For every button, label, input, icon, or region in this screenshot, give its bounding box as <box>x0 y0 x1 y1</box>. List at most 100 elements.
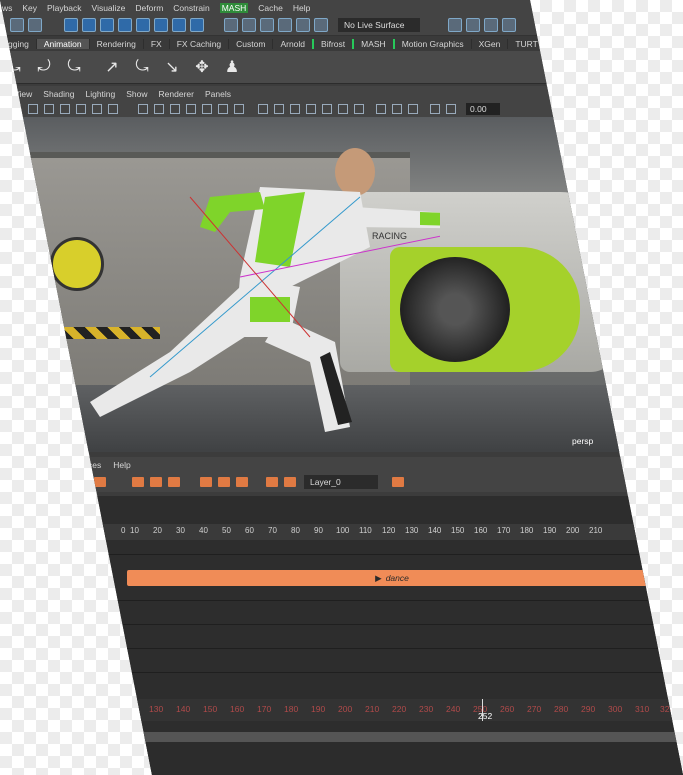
lasso-tool-icon[interactable] <box>82 18 96 32</box>
menu-cache[interactable]: Cache <box>258 3 283 13</box>
clip-dance[interactable]: ▶ dance <box>127 570 657 586</box>
resolution-gate-icon[interactable] <box>170 104 180 114</box>
snap-surface-icon[interactable] <box>296 18 310 32</box>
shadows-icon[interactable] <box>338 104 348 114</box>
tab-arnold[interactable]: Arnold <box>272 38 312 49</box>
tab-fx[interactable]: FX <box>142 38 169 49</box>
grid-icon[interactable] <box>138 104 148 114</box>
snap-curve-icon[interactable] <box>242 18 256 32</box>
panel-menu-renderer[interactable]: Renderer <box>159 89 194 99</box>
rotate-tool-icon[interactable] <box>136 18 150 32</box>
joint-tool-icon[interactable]: ⤿ <box>66 58 82 76</box>
clip-icon[interactable] <box>94 477 106 487</box>
snap-icon[interactable] <box>10 18 24 32</box>
ruler-tick: 150 <box>451 526 465 535</box>
safe-action-icon[interactable] <box>218 104 228 114</box>
curve-tool-icon[interactable]: ⤿ <box>134 58 150 76</box>
menu-constrain[interactable]: Constrain <box>173 3 209 13</box>
layer-icon[interactable] <box>284 477 296 487</box>
tab-fx-caching[interactable]: FX Caching <box>168 38 228 49</box>
snap-grid-icon[interactable] <box>224 18 238 32</box>
xray-icon[interactable] <box>392 104 402 114</box>
ik-spline-icon[interactable]: ⤾ <box>36 58 52 76</box>
tab-rendering[interactable]: Rendering <box>88 38 143 49</box>
grease-pencil-icon[interactable] <box>108 104 118 114</box>
wireframe-on-shaded-icon[interactable] <box>290 104 300 114</box>
time-tick: 310 <box>635 704 650 714</box>
magnet-icon[interactable] <box>28 18 42 32</box>
snap-point-icon[interactable] <box>260 18 274 32</box>
tab-xgen[interactable]: XGen <box>470 38 508 49</box>
split-clip-icon[interactable] <box>132 477 144 487</box>
smooth-shade-icon[interactable] <box>274 104 284 114</box>
panel-menu-show[interactable]: Show <box>126 89 147 99</box>
motion-path-icon[interactable]: ↘ <box>164 57 180 77</box>
panel-menu-panels[interactable]: Panels <box>205 89 231 99</box>
safe-title-icon[interactable] <box>234 104 244 114</box>
snap-clip-icon[interactable] <box>168 477 180 487</box>
anim-menu-help[interactable]: Help <box>113 460 130 470</box>
add-track-icon[interactable] <box>392 477 404 487</box>
tab-custom[interactable]: Custom <box>228 38 272 49</box>
time-tick: 290 <box>581 704 596 714</box>
live-surface-icon[interactable] <box>314 18 328 32</box>
bind-skin-icon[interactable]: ↗ <box>104 57 120 77</box>
exposure-icon[interactable] <box>430 104 440 114</box>
time-tick: 130 <box>149 704 164 714</box>
menu-playback[interactable]: Playback <box>47 3 82 13</box>
twod-pan-icon[interactable] <box>92 104 102 114</box>
time-tick: 140 <box>176 704 191 714</box>
ambient-occlusion-icon[interactable] <box>354 104 364 114</box>
menu-windows[interactable]: ws <box>2 3 12 13</box>
scale-tool-icon[interactable] <box>154 18 168 32</box>
image-plane-icon[interactable] <box>76 104 86 114</box>
menu-deform[interactable]: Deform <box>135 3 163 13</box>
wireframe-icon[interactable] <box>258 104 268 114</box>
snap-view-icon[interactable] <box>278 18 292 32</box>
layer-field[interactable]: Layer_0 <box>304 475 378 489</box>
select-tool-icon[interactable] <box>64 18 78 32</box>
merge-clip-icon[interactable] <box>150 477 162 487</box>
tab-bifrost[interactable]: Bifrost <box>312 38 352 49</box>
menu-help[interactable]: Help <box>293 3 310 13</box>
gamma-icon[interactable] <box>446 104 456 114</box>
tab-motion-graphics[interactable]: Motion Graphics <box>392 38 471 49</box>
add-layer-icon[interactable] <box>266 477 278 487</box>
textured-icon[interactable] <box>306 104 316 114</box>
move-tool-icon[interactable] <box>118 18 132 32</box>
time-tick: 170 <box>257 704 272 714</box>
paint-select-icon[interactable] <box>100 18 114 32</box>
ruler-tick: 100 <box>336 526 350 535</box>
render-frame-icon[interactable] <box>466 18 480 32</box>
live-surface-field[interactable]: No Live Surface <box>338 18 420 32</box>
tab-animation[interactable]: Animation <box>35 38 89 49</box>
camera-select-icon[interactable] <box>28 104 38 114</box>
panel-menu-lighting[interactable]: Lighting <box>85 89 115 99</box>
pose-icon[interactable] <box>236 477 248 487</box>
field-chart-icon[interactable] <box>202 104 212 114</box>
universal-tool-icon[interactable] <box>172 18 186 32</box>
gate-mask-icon[interactable] <box>186 104 196 114</box>
humanik-icon[interactable]: ♟ <box>224 57 240 77</box>
menu-key[interactable]: Key <box>22 3 37 13</box>
isolate-select-icon[interactable] <box>376 104 386 114</box>
ipr-render-icon[interactable] <box>484 18 498 32</box>
render-settings-icon[interactable] <box>502 18 516 32</box>
camera-attr-icon[interactable] <box>44 104 54 114</box>
menu-mash[interactable]: MASH <box>219 2 249 13</box>
menu-visualize[interactable]: Visualize <box>92 3 126 13</box>
film-gate-icon[interactable] <box>154 104 164 114</box>
soft-mod-icon[interactable] <box>190 18 204 32</box>
tab-mash[interactable]: MASH <box>352 38 393 49</box>
character-rig[interactable]: RACING <box>90 137 440 437</box>
exposure-field[interactable]: 0.00 <box>466 103 500 115</box>
character-icon[interactable] <box>218 477 230 487</box>
constraint-icon[interactable]: ✥ <box>194 57 210 77</box>
time-tick: 240 <box>446 704 461 714</box>
render-view-icon[interactable] <box>448 18 462 32</box>
panel-menu-shading[interactable]: Shading <box>43 89 74 99</box>
add-character-icon[interactable] <box>200 477 212 487</box>
xray-joints-icon[interactable] <box>408 104 418 114</box>
bookmark-icon[interactable] <box>60 104 70 114</box>
use-lights-icon[interactable] <box>322 104 332 114</box>
